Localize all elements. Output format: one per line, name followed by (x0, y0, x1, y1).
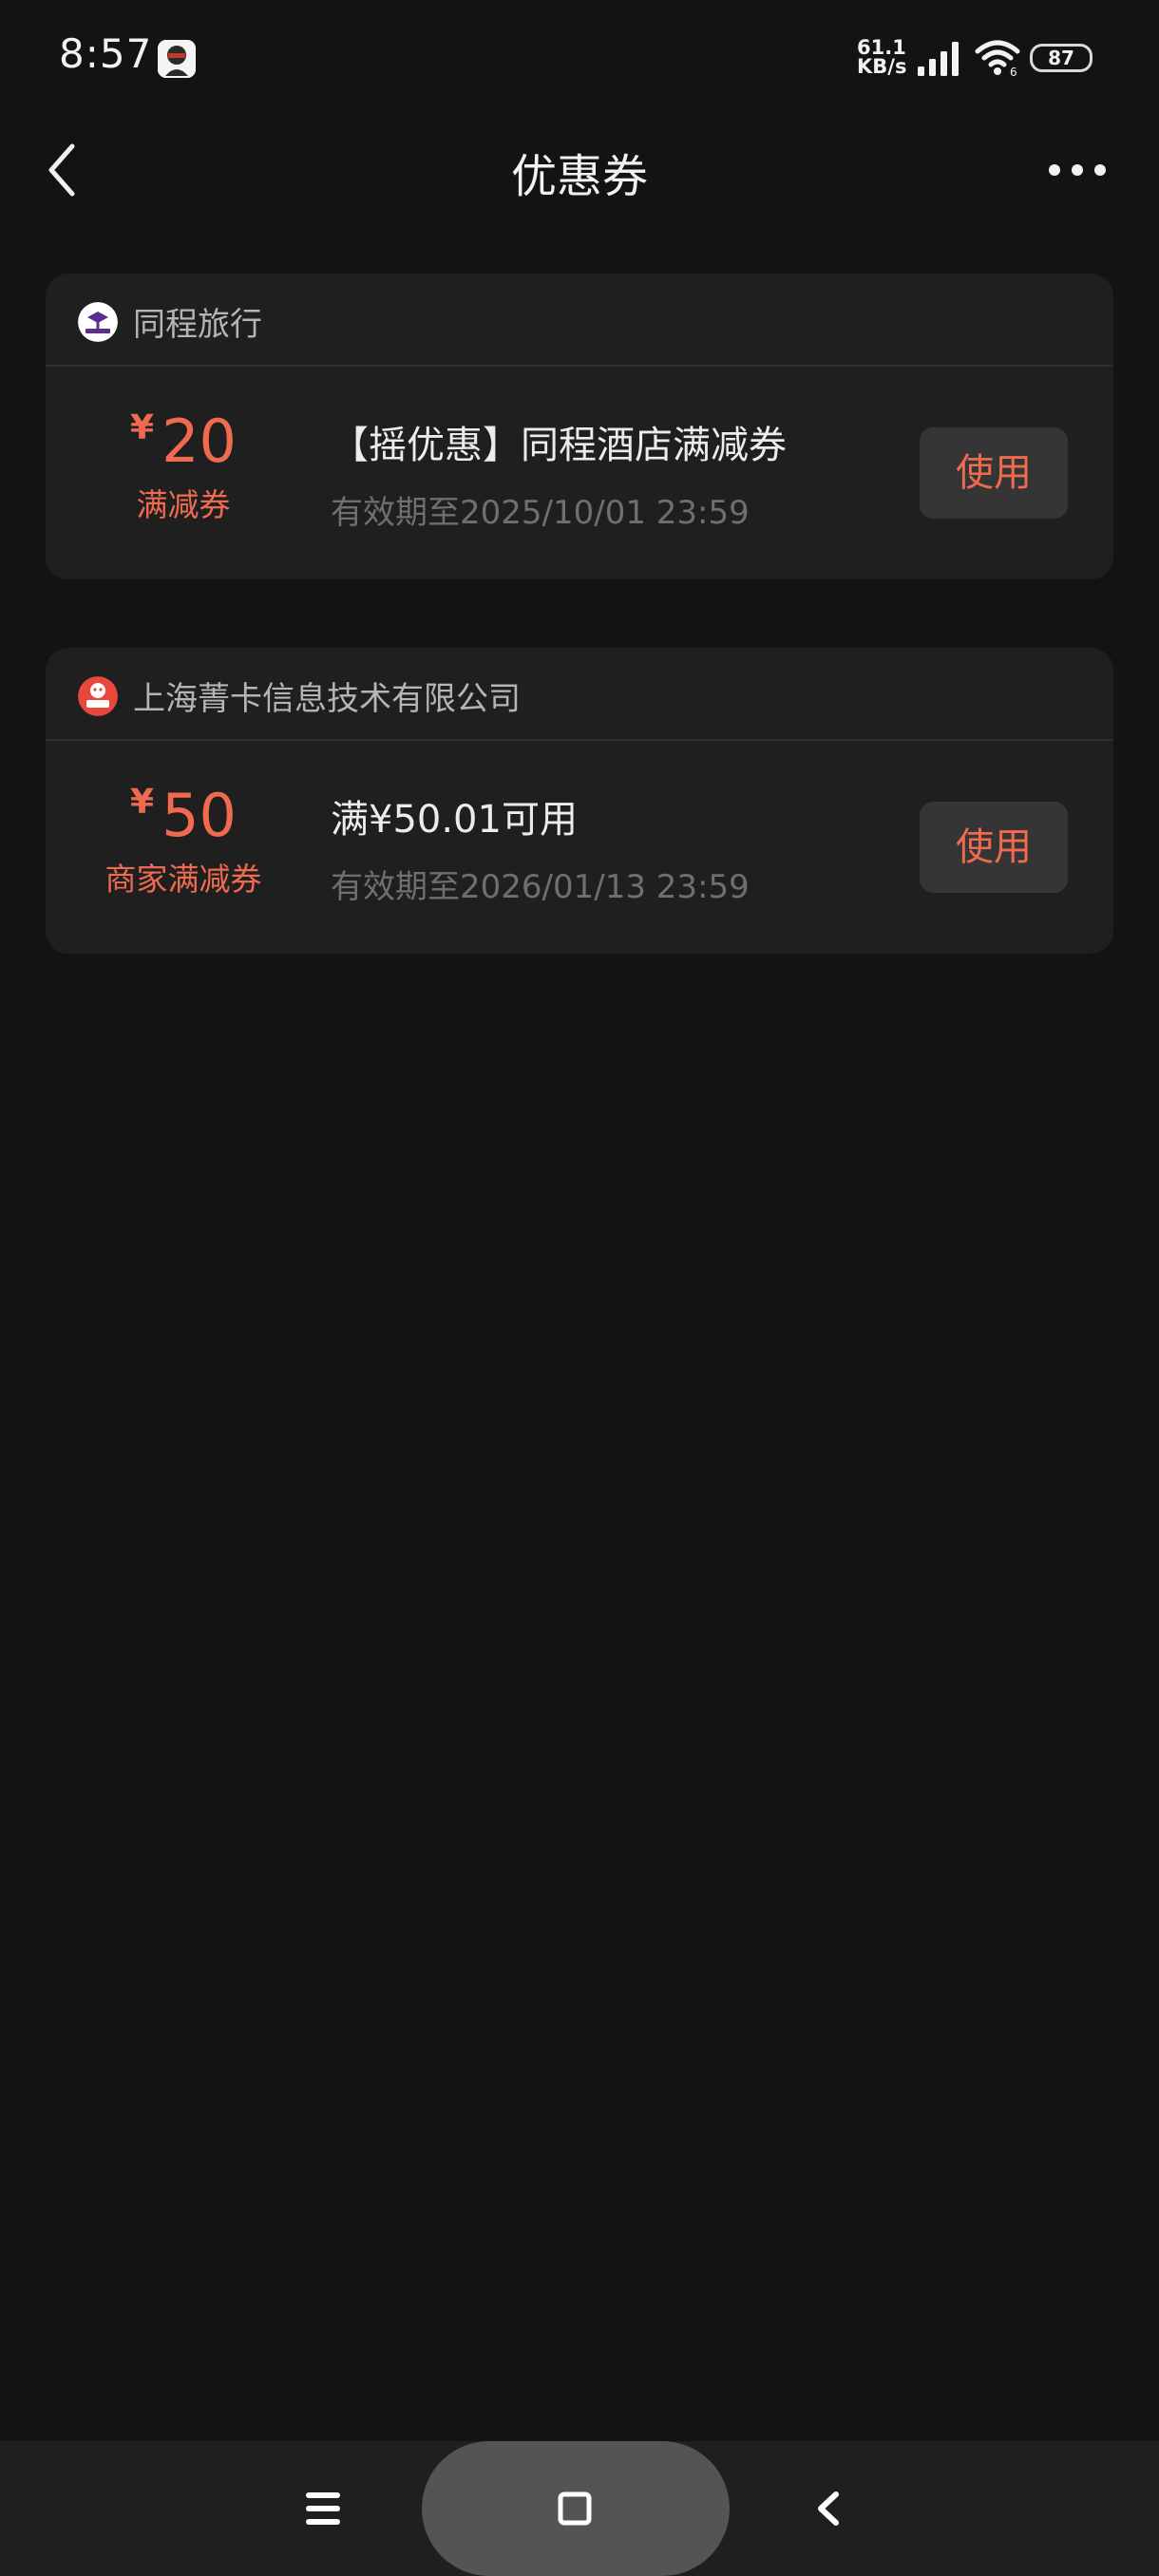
signal-icon (916, 40, 963, 78)
wifi-icon: 6 (975, 38, 1022, 79)
status-bar: 8:57 61.1 KB/s 6 87 (0, 0, 1159, 118)
network-speed-value: 61.1 (857, 36, 906, 59)
merchant-row: 上海菁卡信息技术有限公司 (46, 648, 1113, 741)
coupon-expiry: 有效期至2026/01/13 23:59 (331, 868, 750, 906)
system-nav-bar (0, 2441, 1159, 2576)
home-icon (555, 2489, 595, 2529)
coupon-value: ¥20 满减券 (46, 407, 321, 525)
coupon-expiry: 有效期至2025/10/01 23:59 (331, 494, 750, 532)
use-button[interactable]: 使用 (920, 802, 1068, 893)
coupon-value: ¥50 商家满减券 (46, 781, 321, 900)
menu-icon[interactable] (300, 2483, 346, 2534)
status-time: 8:57 (59, 30, 153, 77)
battery-icon: 87 (1030, 44, 1092, 72)
network-speed-unit: KB/s (857, 55, 907, 78)
svg-text:6: 6 (1010, 66, 1017, 78)
back-icon[interactable] (808, 2483, 849, 2534)
home-button[interactable] (422, 2441, 730, 2576)
coupon-type: 满减券 (136, 486, 231, 523)
coupon-amount: 50 (162, 781, 237, 850)
coupon-amount: 20 (162, 407, 237, 476)
battery-level: 87 (1048, 47, 1074, 69)
coupon-info: 【摇优惠】同程酒店满减券 有效期至2025/10/01 23:59 (331, 414, 901, 533)
currency-symbol: ¥ (130, 783, 155, 822)
currency-symbol: ¥ (130, 408, 155, 447)
header: 优惠券 (0, 118, 1159, 222)
coupon-title: 满¥50.01可用 (331, 798, 578, 842)
coupon-title: 【摇优惠】同程酒店满减券 (331, 424, 787, 467)
coupon-card: 同程旅行 ¥20 满减券 【摇优惠】同程酒店满减券 有效期至2025/10/01… (46, 274, 1113, 579)
more-button[interactable] (1045, 146, 1112, 194)
merchant-logo-icon (78, 676, 118, 716)
merchant-row: 同程旅行 (46, 274, 1113, 367)
coupon-type: 商家满减券 (104, 861, 262, 898)
merchant-name: 同程旅行 (133, 306, 262, 344)
page-title: 优惠券 (510, 150, 648, 203)
use-button[interactable]: 使用 (920, 427, 1068, 519)
coupon-info: 满¥50.01可用 有效期至2026/01/13 23:59 (331, 788, 901, 907)
merchant-name: 上海菁卡信息技术有限公司 (133, 680, 521, 718)
coupon-card: 上海菁卡信息技术有限公司 ¥50 商家满减券 满¥50.01可用 有效期至202… (46, 648, 1113, 954)
network-speed: 61.1 KB/s (857, 36, 910, 78)
avatar-icon (158, 40, 196, 78)
more-dots-icon (1049, 164, 1106, 176)
merchant-logo-icon (78, 302, 118, 342)
